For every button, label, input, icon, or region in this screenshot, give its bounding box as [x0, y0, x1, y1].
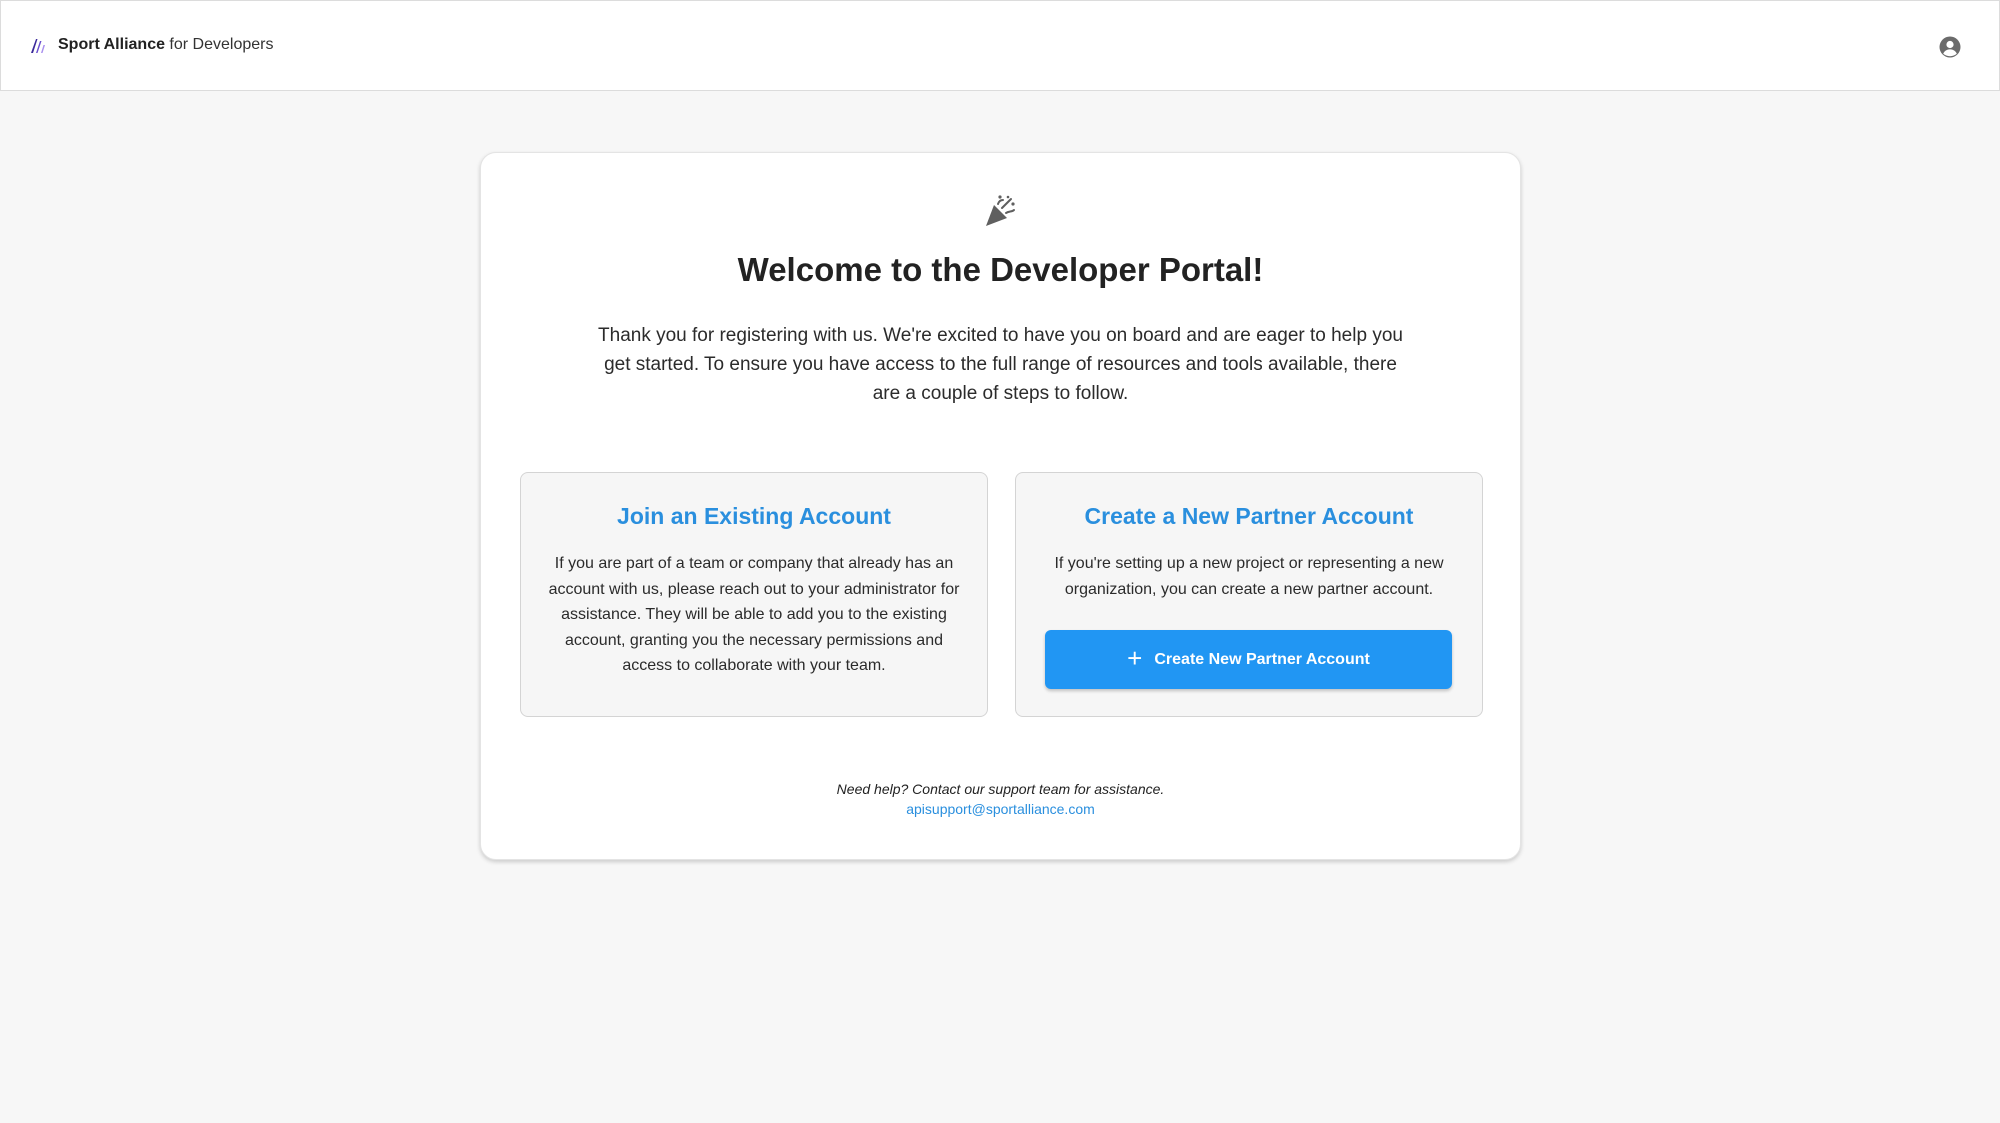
party-popper-icon — [986, 195, 1015, 226]
join-existing-account-title: Join an Existing Account — [617, 503, 891, 529]
intro-text: Thank you for registering with us. We're… — [598, 325, 1403, 404]
welcome-card: Welcome to the Developer Portal! Thank y… — [480, 152, 1521, 860]
sport-alliance-logo-icon — [31, 39, 45, 53]
create-partner-account-title: Create a New Partner Account — [1084, 503, 1414, 529]
brand-name-strong: Sport Alliance — [58, 36, 165, 53]
help-text: Need help? Contact our support team for … — [836, 781, 1165, 797]
support-email-link[interactable]: apisupport@sportalliance.com — [481, 801, 1520, 817]
page-title: Welcome to the Developer Portal! — [737, 251, 1264, 288]
brand[interactable]: Sport Alliance for Developers — [30, 35, 273, 55]
join-existing-account-panel: Join an Existing Account If you are part… — [520, 472, 988, 717]
brand-name-suffix: for Developers — [164, 36, 274, 53]
top-bar: Sport Alliance for Developers — [0, 0, 2000, 91]
user-circle-icon[interactable] — [1938, 35, 1962, 59]
join-existing-account-text: If you are part of a team or company tha… — [548, 555, 960, 674]
brand-name: Sport Alliance for Developers — [58, 36, 273, 54]
create-partner-account-panel: Create a New Partner Account If you're s… — [1015, 472, 1483, 717]
create-new-partner-account-button[interactable]: + Create New Partner Account — [1045, 630, 1452, 689]
create-new-partner-account-label: Create New Partner Account — [1154, 650, 1370, 668]
plus-icon: + — [1127, 643, 1143, 673]
create-partner-account-text: If you're setting up a new project or re… — [1054, 555, 1444, 598]
